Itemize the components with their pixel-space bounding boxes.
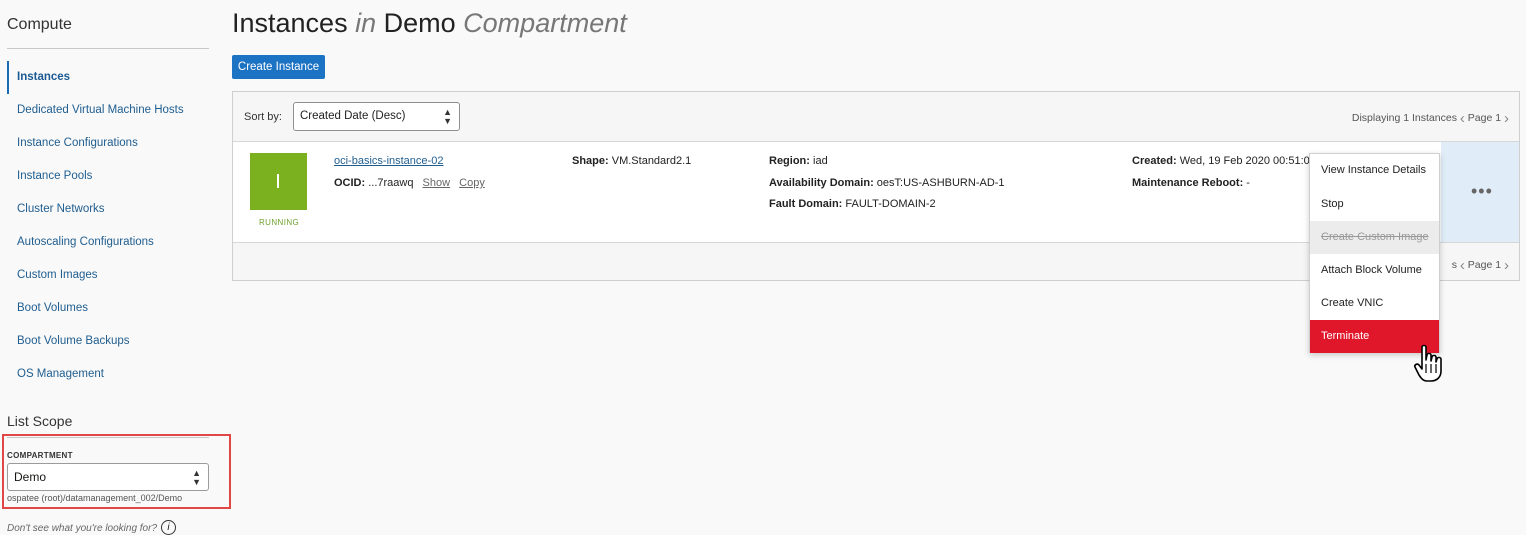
chevron-left-icon[interactable]: ‹: [1460, 110, 1465, 127]
region-field: Region: iad: [769, 155, 828, 167]
page-title-compartment: Demo: [383, 8, 456, 38]
created-value: Wed, 19 Feb 2020 00:51:02: [1179, 155, 1316, 167]
fault-domain-label: Fault Domain:: [769, 198, 843, 210]
instance-name-link[interactable]: oci-basics-instance-02: [334, 155, 443, 167]
chevron-left-icon[interactable]: ‹: [1460, 257, 1465, 274]
sidebar-title: Compute: [7, 16, 72, 33]
page-title: Instances in Demo Compartment: [232, 8, 627, 39]
pager-top: Displaying 1 Instances ‹ Page 1 ›: [1352, 110, 1509, 127]
availability-domain-label: Availability Domain:: [769, 177, 874, 189]
instance-icon: [277, 174, 279, 188]
page-title-main: Instances: [232, 8, 348, 38]
status-badge: RUNNING: [259, 218, 300, 227]
maintenance-reboot-label: Maintenance Reboot:: [1132, 177, 1244, 189]
create-instance-button[interactable]: Create Instance: [232, 55, 325, 79]
sidebar-item-cluster-networks[interactable]: Cluster Networks: [7, 193, 209, 226]
compartment-path: ospatee (root)/datamanagement_002/Demo: [7, 493, 183, 503]
row-actions-cell[interactable]: •••: [1441, 142, 1519, 242]
list-scope-title: List Scope: [7, 413, 73, 429]
sidebar-nav: Instances Dedicated Virtual Machine Host…: [7, 61, 209, 391]
instance-status-tile: [250, 153, 307, 210]
actions-menu: View Instance Details Stop Create Custom…: [1309, 153, 1440, 353]
page-label: Page 1: [1467, 259, 1502, 271]
ocid-field: OCID: ...7raawq Show Copy: [334, 177, 485, 189]
maintenance-reboot-field: Maintenance Reboot: -: [1132, 177, 1250, 189]
sidebar-item-os-management[interactable]: OS Management: [7, 358, 209, 391]
sort-select-value: Created Date (Desc): [300, 110, 406, 122]
ocid-value: ...7raawq: [368, 177, 414, 189]
shape-field: Shape: VM.Standard2.1: [572, 155, 691, 167]
compartment-select-value: Demo: [14, 470, 47, 484]
menu-item-create-vnic[interactable]: Create VNIC: [1310, 287, 1439, 320]
ocid-label: OCID:: [334, 177, 366, 189]
sidebar-item-boot-volume-backups[interactable]: Boot Volume Backups: [7, 325, 209, 358]
compartment-select[interactable]: Demo ▲ ▼: [7, 463, 209, 491]
show-ocid-link[interactable]: Show: [423, 177, 451, 189]
region-label: Region:: [769, 155, 810, 167]
sidebar-item-boot-volumes[interactable]: Boot Volumes: [7, 292, 209, 325]
list-toolbar: Sort by: Created Date (Desc) ▲ ▼ Displayi…: [233, 92, 1519, 142]
page-label: Page 1: [1467, 112, 1502, 124]
hand-cursor-icon: [1414, 344, 1442, 382]
sort-label: Sort by:: [244, 111, 282, 123]
sidebar: Compute Instances Dedicated Virtual Mach…: [0, 0, 231, 535]
sidebar-item-dedicated-vm-hosts[interactable]: Dedicated Virtual Machine Hosts: [7, 94, 209, 127]
compartment-label: COMPARTMENT: [7, 451, 73, 460]
copy-ocid-link[interactable]: Copy: [459, 177, 485, 189]
menu-item-create-custom-image: Create Custom Image: [1310, 221, 1439, 254]
availability-domain-field: Availability Domain: oesT:US-ASHBURN-AD-…: [769, 177, 1005, 189]
menu-item-stop[interactable]: Stop: [1310, 188, 1439, 221]
displaying-count-suffix: s: [1451, 259, 1457, 271]
shape-value: VM.Standard2.1: [611, 155, 692, 167]
pager-bottom: s ‹ Page 1 ›: [1452, 257, 1509, 274]
info-icon[interactable]: i: [161, 520, 176, 535]
sidebar-item-instance-pools[interactable]: Instance Pools: [7, 160, 209, 193]
created-label: Created:: [1132, 155, 1177, 167]
page-title-suffix: Compartment: [463, 8, 627, 38]
menu-item-view-instance-details[interactable]: View Instance Details: [1310, 154, 1439, 187]
chevron-right-icon[interactable]: ›: [1504, 257, 1509, 274]
select-arrows-icon: ▲ ▼: [192, 468, 201, 487]
chevron-right-icon[interactable]: ›: [1504, 110, 1509, 127]
page-title-in: in: [355, 8, 377, 38]
select-arrows-icon: ▲ ▼: [443, 107, 452, 126]
sidebar-item-instances[interactable]: Instances: [7, 61, 209, 94]
availability-domain-value: oesT:US-ASHBURN-AD-1: [876, 177, 1005, 189]
help-text: Don't see what you're looking for?: [7, 523, 158, 534]
more-actions-icon[interactable]: •••: [1471, 182, 1493, 200]
menu-item-attach-block-volume[interactable]: Attach Block Volume: [1310, 254, 1439, 287]
fault-domain-value: FAULT-DOMAIN-2: [845, 198, 936, 210]
displaying-count: Displaying 1 Instances: [1351, 112, 1457, 124]
maintenance-reboot-value: -: [1246, 177, 1250, 189]
region-value: iad: [813, 155, 828, 167]
sidebar-item-autoscaling-configurations[interactable]: Autoscaling Configurations: [7, 226, 209, 259]
sidebar-item-instance-configurations[interactable]: Instance Configurations: [7, 127, 209, 160]
fault-domain-field: Fault Domain: FAULT-DOMAIN-2: [769, 198, 936, 210]
sort-select[interactable]: Created Date (Desc) ▲ ▼: [293, 102, 460, 131]
divider: [7, 48, 209, 49]
sidebar-item-custom-images[interactable]: Custom Images: [7, 259, 209, 292]
shape-label: Shape:: [572, 155, 609, 167]
created-field: Created: Wed, 19 Feb 2020 00:51:02: [1132, 155, 1316, 167]
